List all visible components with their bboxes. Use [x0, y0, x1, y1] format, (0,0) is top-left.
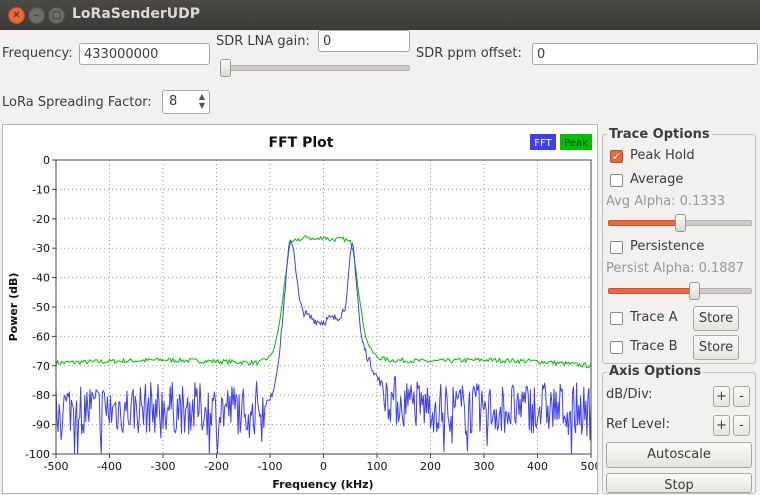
spreading-factor-spinbox[interactable]: 8 ▲ ▼ — [162, 90, 210, 114]
y-tick-label: -20 — [32, 213, 50, 226]
db-div-label: dB/Div: — [606, 387, 653, 402]
y-tick-label: -30 — [32, 242, 50, 255]
trace-a-label: Trace A — [630, 310, 678, 325]
average-label: Average — [630, 172, 684, 187]
y-tick-label: -60 — [32, 330, 50, 343]
y-tick-label: -40 — [32, 272, 50, 285]
y-tick-label: -90 — [32, 419, 50, 432]
close-icon[interactable]: ✕ — [8, 7, 25, 24]
x-tick-label: 0 — [320, 460, 327, 473]
peak-hold-checkbox[interactable]: ✓ — [610, 150, 623, 163]
maximize-icon[interactable]: □ — [48, 7, 65, 24]
y-tick-label: 0 — [43, 154, 50, 167]
fft-plot: 0 -10 -20 -30 -40 -50 -60 -70 -80 -90 -100 -500 -40… — [7, 134, 597, 491]
series-line-peak — [55, 234, 592, 369]
x-tick-label: 400 — [527, 460, 548, 473]
persist-alpha-slider-fill — [608, 288, 695, 294]
y-tick-label: -80 — [32, 389, 50, 402]
trace-b-label: Trace B — [630, 339, 678, 354]
x-tick-label: -300 — [151, 460, 176, 473]
trace-b-checkbox[interactable] — [610, 341, 623, 354]
x-tick-label: 500 — [581, 460, 598, 473]
frequency-label: Frequency: — [2, 46, 73, 61]
spreading-factor-label: LoRa Spreading Factor: — [2, 95, 152, 110]
avg-alpha-slider-fill — [608, 220, 681, 226]
x-tick-label: -500 — [44, 460, 69, 473]
minimize-icon[interactable]: – — [28, 7, 45, 24]
trace-options-title: Trace Options — [607, 127, 712, 142]
axis-options-title: Axis Options — [607, 364, 704, 379]
avg-alpha-label: Avg Alpha: 0.1333 — [606, 194, 726, 209]
x-tick-label: 300 — [474, 460, 495, 473]
db-div-minus-button[interactable]: - — [733, 386, 750, 407]
average-checkbox[interactable] — [610, 174, 623, 187]
peak-hold-label: Peak Hold — [630, 148, 695, 163]
avg-alpha-slider-handle[interactable] — [675, 214, 686, 232]
options-panel: Trace Options ✓ Peak Hold Average Avg Al… — [600, 124, 758, 494]
x-axis-label: Frequency (kHz) — [272, 478, 373, 491]
persistence-checkbox[interactable] — [610, 241, 623, 254]
spin-arrows-icon[interactable]: ▲ ▼ — [199, 92, 205, 110]
ref-level-plus-button[interactable]: + — [713, 415, 730, 436]
plot-title: FFT Plot — [269, 135, 334, 151]
y-tick-label: -70 — [32, 360, 50, 373]
ref-level-minus-button[interactable]: - — [733, 415, 750, 436]
lna-gain-slider-handle[interactable] — [220, 59, 231, 77]
x-tick-label: -200 — [204, 460, 229, 473]
y-tick-label: -10 — [32, 183, 50, 196]
ppm-offset-input[interactable]: 0 — [532, 43, 758, 65]
y-tick-labels: 0-10-20-30-40-50-60-70-80-90-100 — [25, 154, 50, 461]
legend-peak-label: Peak — [564, 138, 588, 149]
plot-grid — [52, 159, 592, 458]
window-title: LoRaSenderUDP — [72, 6, 200, 22]
y-tick-label: -50 — [32, 301, 50, 314]
legend-fft-label: FFT — [534, 138, 552, 149]
lna-gain-label: SDR LNA gain: — [216, 34, 310, 49]
ref-level-label: Ref Level: — [606, 417, 670, 432]
lna-gain-slider-track[interactable] — [222, 65, 410, 71]
db-div-plus-button[interactable]: + — [713, 386, 730, 407]
trace-a-store-button[interactable]: Store — [693, 306, 739, 331]
lna-gain-input[interactable]: 0 — [318, 30, 410, 52]
persist-alpha-label: Persist Alpha: 0.1887 — [606, 261, 745, 276]
autoscale-button[interactable]: Autoscale — [606, 442, 752, 468]
stop-button[interactable]: Stop — [606, 473, 752, 493]
persist-alpha-slider-handle[interactable] — [689, 282, 700, 300]
trace-b-store-button[interactable]: Store — [693, 335, 739, 360]
x-tick-label: 200 — [420, 460, 441, 473]
trace-a-checkbox[interactable] — [610, 312, 623, 325]
ppm-offset-label: SDR ppm offset: — [416, 46, 522, 61]
y-axis-label: Power (dB) — [7, 273, 20, 342]
x-tick-labels: -500 -400 -300 -200 -100 0 100 200 300 400 500 — [44, 460, 597, 473]
x-tick-label: -100 — [258, 460, 283, 473]
x-tick-label: 100 — [367, 460, 388, 473]
spreading-factor-value: 8 — [169, 94, 178, 109]
fft-plot-frame: 0 -10 -20 -30 -40 -50 -60 -70 -80 -90 -100 -500 -40… — [2, 124, 598, 494]
x-tick-label: -400 — [97, 460, 122, 473]
persistence-label: Persistence — [630, 239, 705, 254]
window-titlebar: ✕ – □ LoRaSenderUDP — [0, 0, 760, 30]
frequency-input[interactable]: 433000000 — [79, 43, 210, 65]
